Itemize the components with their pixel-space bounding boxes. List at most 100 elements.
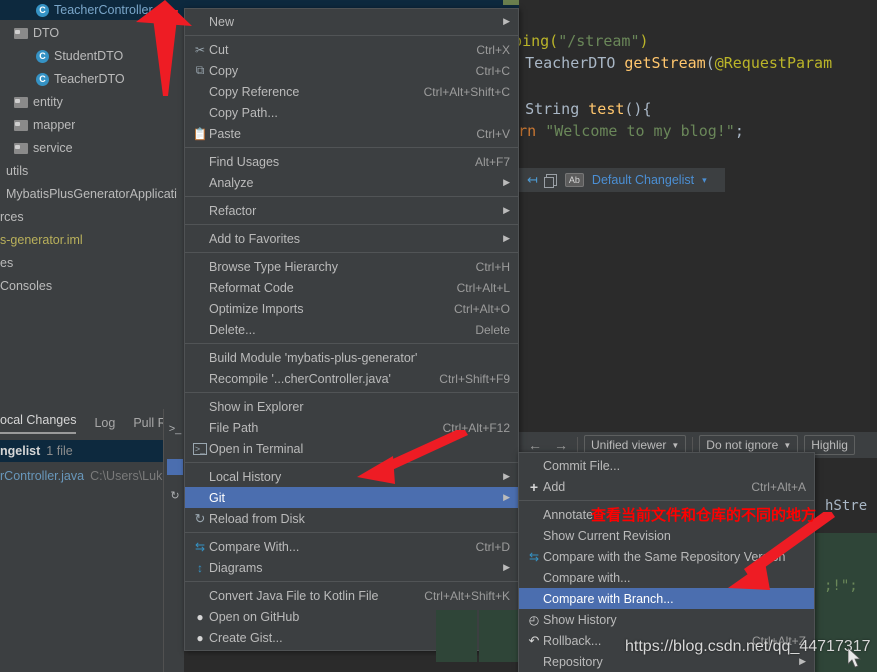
- tree-item-label: utils: [6, 164, 29, 178]
- menu-item-label: New: [209, 14, 235, 29]
- ab-badge-icon[interactable]: Ab: [564, 173, 584, 187]
- annotation-chinese-note: 查看当前文件和仓库的不同的地方: [591, 506, 817, 524]
- tree-item-label: service: [33, 141, 73, 155]
- menu-item-find-usages[interactable]: Find Usages Alt+F7: [185, 151, 518, 172]
- menu-separator: [185, 35, 518, 36]
- git-menu-item-add[interactable]: + Add Ctrl+Alt+A: [519, 476, 814, 497]
- code-token: "Welcome to my blog!": [545, 122, 735, 140]
- project-tree[interactable]: C TeacherController DTO C StudentDTO C Teacher…: [0, 0, 184, 409]
- copy-icon[interactable]: [543, 174, 557, 188]
- menu-item-copy-reference[interactable]: Copy Reference Ctrl+Alt+Shift+C: [185, 81, 518, 102]
- git-menu-item-compare-with-branch[interactable]: Compare with Branch...: [519, 588, 814, 609]
- git-menu-item-show-current-revision[interactable]: Show Current Revision: [519, 525, 814, 546]
- next-diff-button[interactable]: →: [551, 437, 571, 453]
- prev-diff-button[interactable]: ←: [525, 437, 545, 453]
- tree-item-entity[interactable]: entity: [0, 92, 184, 112]
- menu-item-compare-with[interactable]: ⇆ Compare With... Ctrl+D: [185, 536, 518, 557]
- menu-separator: [185, 196, 518, 197]
- menu-item-label: Compare with...: [543, 570, 631, 585]
- git-menu-item-compare-with[interactable]: Compare with...: [519, 567, 814, 588]
- terminal-icon[interactable]: >_: [167, 421, 183, 437]
- menu-item-reformat-code[interactable]: Reformat Code Ctrl+Alt+L: [185, 277, 518, 298]
- menu-item-git[interactable]: Git ▶: [185, 487, 518, 508]
- watermark-url: https://blog.csdn.net/qq_44717317: [625, 638, 871, 655]
- menu-item-reload-from-disk[interactable]: ↻ Reload from Disk: [185, 508, 518, 529]
- menu-item-copy-path[interactable]: Copy Path...: [185, 102, 518, 123]
- terminal-icon: >_: [192, 442, 208, 455]
- menu-item-file-path[interactable]: File Path Ctrl+Alt+F12: [185, 417, 518, 438]
- menu-item-open-in-terminal[interactable]: >_ Open in Terminal: [185, 438, 518, 459]
- menu-item-new[interactable]: New ▶: [185, 11, 518, 32]
- chevron-down-icon[interactable]: ▾: [702, 175, 707, 186]
- menu-item-shortcut: Alt+F7: [474, 154, 510, 169]
- menu-separator: [185, 343, 518, 344]
- menu-item-browse-type-hierarchy[interactable]: Browse Type Hierarchy Ctrl+H: [185, 256, 518, 277]
- menu-item-paste[interactable]: 📋 Paste Ctrl+V: [185, 123, 518, 144]
- menu-item-label: Paste: [209, 126, 241, 141]
- menu-item-build-module-mybatis-plus-generator[interactable]: Build Module 'mybatis-plus-generator': [185, 347, 518, 368]
- tree-item-teachercontroller[interactable]: C TeacherController: [0, 0, 184, 20]
- menu-item-label: Analyze: [209, 175, 254, 190]
- tree-item-service[interactable]: service: [0, 138, 184, 158]
- menu-item-shortcut: Ctrl+V: [476, 126, 510, 141]
- menu-item-copy[interactable]: ⧉ Copy Ctrl+C: [185, 60, 518, 81]
- git-menu-item-show-history[interactable]: ◴ Show History: [519, 609, 814, 630]
- vcs-tab-ocal-changes[interactable]: ocal Changes: [0, 413, 77, 434]
- changelist-name: ngelist: [0, 444, 41, 458]
- chevron-down-icon: ▼: [783, 440, 792, 450]
- tree-item-es[interactable]: es: [0, 253, 184, 273]
- code-line: c String test(){: [519, 100, 651, 118]
- revert-arrow-icon[interactable]: ↤: [527, 172, 538, 188]
- tree-item-mapper[interactable]: mapper: [0, 115, 184, 135]
- context-menu[interactable]: New ▶ ✂ Cut Ctrl+X ⧉ Copy Ctrl+C Copy Reference C…: [184, 8, 519, 651]
- tree-item-mybatisplusgeneratorapplicati[interactable]: MybatisPlusGeneratorApplicati: [0, 184, 184, 204]
- menu-item-shortcut: Ctrl+Alt+A: [751, 479, 806, 494]
- code-line: apping("/stream"): [519, 32, 649, 50]
- github-icon: ●: [196, 609, 204, 624]
- menu-item-recompile-chercontroller-java[interactable]: Recompile '...cherController.java' Ctrl+S…: [185, 368, 518, 389]
- menu-item-analyze[interactable]: Analyze ▶: [185, 172, 518, 193]
- menu-item-diagrams[interactable]: ↕ Diagrams ▶: [185, 557, 518, 578]
- clipboard-icon: 📋: [192, 126, 208, 141]
- menu-separator: [185, 252, 518, 253]
- tree-item-rces[interactable]: rces: [0, 207, 184, 227]
- menu-separator: [519, 500, 814, 501]
- tree-item-studentdto[interactable]: C StudentDTO: [0, 46, 184, 66]
- menu-item-refactor[interactable]: Refactor ▶: [185, 200, 518, 221]
- menu-item-optimize-imports[interactable]: Optimize Imports Ctrl+Alt+O: [185, 298, 518, 319]
- menu-item-convert-java-file-to-kotlin-file[interactable]: Convert Java File to Kotlin File Ctrl+Alt…: [185, 585, 518, 606]
- refresh-icon[interactable]: ↻: [167, 487, 183, 503]
- diff-added-block: [479, 610, 520, 662]
- menu-item-local-history[interactable]: Local History ▶: [185, 466, 518, 487]
- menu-item-label: Recompile '...cherController.java': [209, 371, 391, 386]
- changed-file-row[interactable]: rController.java C:\Users\Lukey: [0, 466, 184, 486]
- tree-item-consoles[interactable]: Consoles: [0, 276, 184, 296]
- tree-item-teacherdto[interactable]: C TeacherDTO: [0, 69, 184, 89]
- tree-item-s-generator-iml[interactable]: s-generator.iml: [0, 230, 184, 250]
- menu-separator: [185, 581, 518, 582]
- tree-item-dto[interactable]: DTO: [0, 23, 184, 43]
- refresh-icon: ↻: [194, 510, 206, 526]
- menu-item-show-in-explorer[interactable]: Show in Explorer: [185, 396, 518, 417]
- menu-item-delete[interactable]: Delete... Delete: [185, 319, 518, 340]
- changelist-label[interactable]: Default Changelist: [592, 173, 694, 187]
- vcs-tab-pull-r[interactable]: Pull R: [133, 416, 166, 430]
- menu-item-label: File Path: [209, 420, 259, 435]
- tree-item-label: DTO: [33, 26, 60, 40]
- menu-item-add-to-favorites[interactable]: Add to Favorites ▶: [185, 228, 518, 249]
- git-menu-item-commit-file[interactable]: Commit File...: [519, 455, 814, 476]
- code-editor[interactable]: apping("/stream") c TeacherDTO getStream(…: [519, 0, 877, 196]
- changelist-row[interactable]: ngelist 1 file: [0, 440, 184, 462]
- menu-item-label: Add to Favorites: [209, 231, 301, 246]
- tree-item-utils[interactable]: utils: [0, 161, 184, 181]
- clock-icon: ◴: [528, 612, 540, 627]
- menu-item-shortcut: Delete: [475, 322, 510, 337]
- menu-item-label: Diagrams: [209, 560, 263, 575]
- menu-item-cut[interactable]: ✂ Cut Ctrl+X: [185, 39, 518, 60]
- menu-item-label: Reformat Code: [209, 280, 294, 295]
- code-token: ): [639, 32, 649, 50]
- vcs-tab-log[interactable]: Log: [94, 416, 115, 430]
- default-changelist-widget[interactable]: ↤ Ab Default Changelist ▾: [519, 168, 725, 192]
- git-menu-item-compare-with-the-same-repository-version[interactable]: ⇆ Compare with the Same Repository Versio…: [519, 546, 814, 567]
- selected-tool-icon[interactable]: [167, 459, 183, 475]
